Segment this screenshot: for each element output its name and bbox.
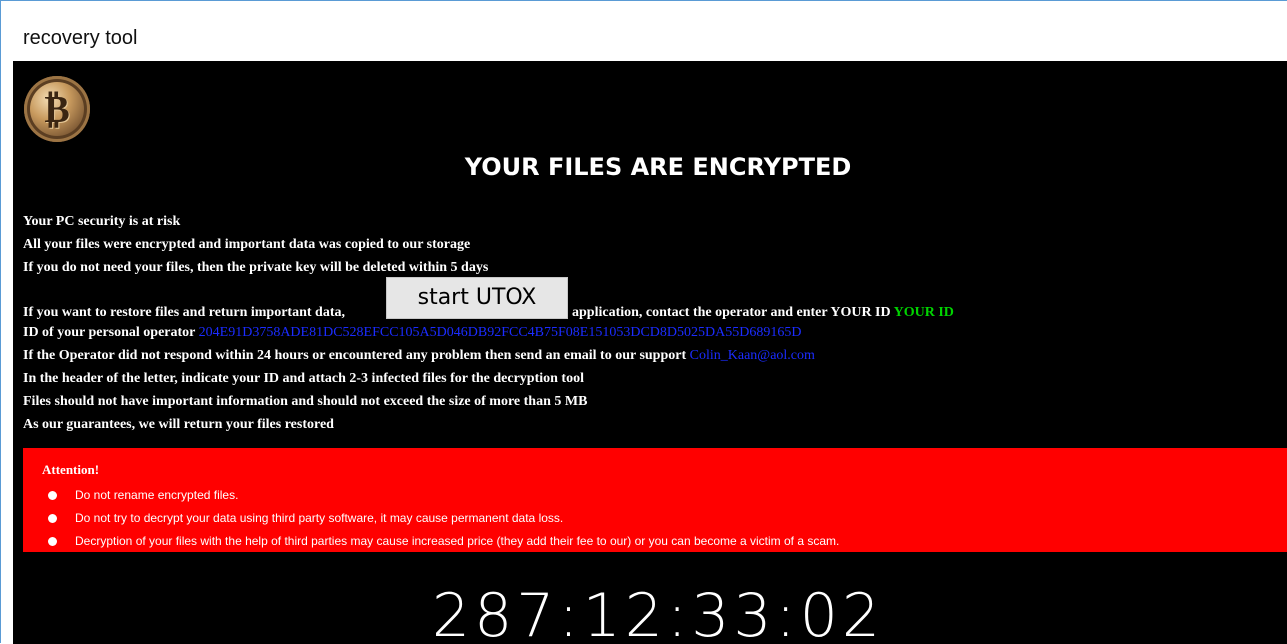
ransom-note-panel: ₿ YOUR FILES ARE ENCRYPTED Your PC secur… — [13, 61, 1287, 644]
window-title: recovery tool — [23, 27, 138, 49]
operator-id-value[interactable]: 204E91D3758ADE81DC528EFCC105A5D046DB92FC… — [199, 325, 802, 340]
operator-id-line: ID of your personal operator 204E91D3758… — [23, 324, 801, 342]
restore-instruction-line: application, contact the operator and en… — [572, 304, 954, 322]
countdown-timer: 287:12:33:02 — [431, 581, 885, 644]
page-title: YOUR FILES ARE ENCRYPTED — [464, 153, 852, 181]
restore-instruction-after: application, contact the operator and en… — [572, 305, 891, 320]
header-instruction-text: In the header of the letter, indicate yo… — [23, 371, 584, 386]
title-bar[interactable]: recovery tool — [1, 1, 1287, 61]
bitcoin-glyph: ₿ — [44, 86, 70, 131]
start-utox-button[interactable]: start UTOX — [386, 277, 568, 319]
attention-title: Attention! — [42, 462, 100, 477]
bitcoin-coin-icon: ₿ — [24, 76, 90, 142]
bullet-dot-icon — [48, 491, 57, 500]
guarantee-text: As our guarantees, we will return your f… — [23, 417, 334, 432]
attention-item: Do not rename encrypted files. — [48, 488, 239, 502]
your-id-value: YOUR ID — [893, 305, 954, 320]
restore-instruction-before: If you want to restore files and return … — [23, 305, 345, 320]
size-limit-text: Files should not have important informat… — [23, 394, 588, 409]
no-response-text: If the Operator did not respond within 2… — [23, 348, 687, 363]
attention-item-text: Do not try to decrypt your data using th… — [75, 511, 564, 525]
attention-item: Decryption of your files with the help o… — [48, 534, 840, 548]
attention-item-text: Decryption of your files with the help o… — [75, 534, 840, 548]
security-warning-text: Your PC security is at risk — [23, 214, 181, 229]
operator-id-label: ID of your personal operator — [23, 325, 196, 340]
attention-item-text: Do not rename encrypted files. — [75, 488, 239, 502]
files-copied-text: All your files were encrypted and import… — [23, 237, 471, 252]
bullet-dot-icon — [48, 514, 57, 523]
attention-item: Do not try to decrypt your data using th… — [48, 511, 564, 525]
recovery-tool-window: recovery tool ₿ YOUR FILES ARE ENCRYPTED… — [0, 0, 1287, 644]
support-email-link[interactable]: Colin_Kaan@aol.com — [690, 348, 815, 363]
support-line: If the Operator did not respond within 2… — [23, 347, 815, 365]
attention-box: Attention! Do not rename encrypted files… — [23, 448, 1287, 552]
bullet-dot-icon — [48, 537, 57, 546]
key-deletion-text: If you do not need your files, then the … — [23, 260, 489, 275]
